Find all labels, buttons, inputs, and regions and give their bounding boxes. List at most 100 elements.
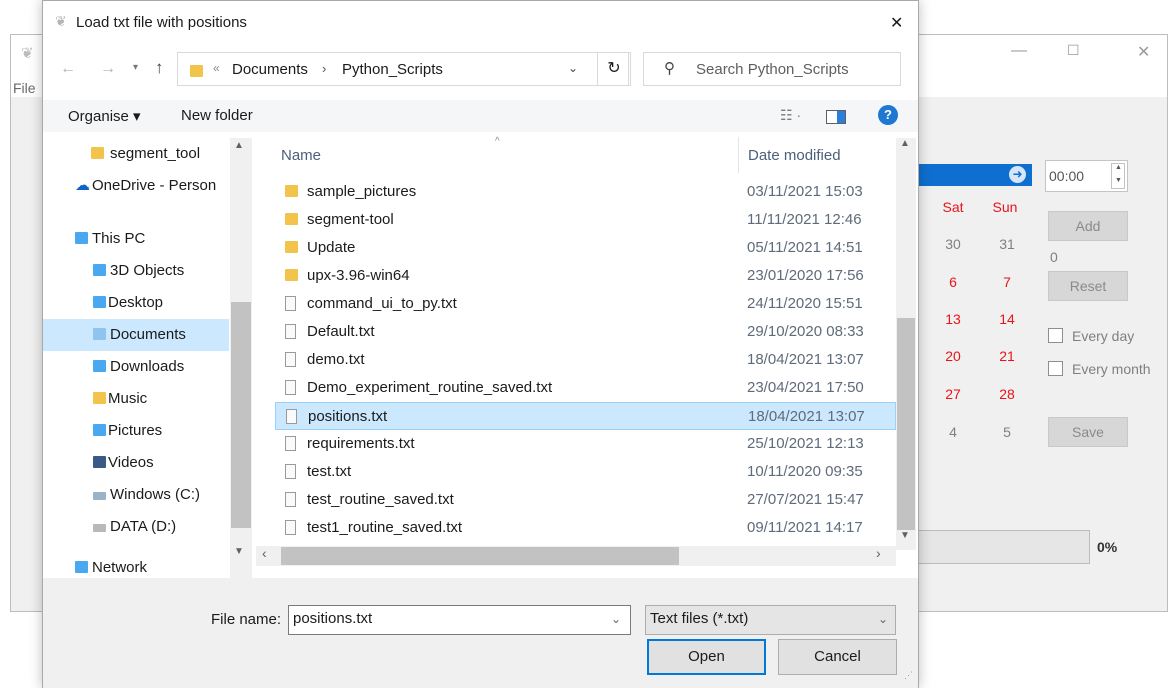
calendar-day[interactable]: 13 bbox=[938, 311, 968, 327]
navigation-pane: segment_tool ☁ OneDrive - Person This PC … bbox=[43, 138, 253, 578]
calendar-day[interactable]: 21 bbox=[992, 348, 1022, 364]
file-name: upx-3.96-win64 bbox=[307, 267, 410, 284]
file-name-input[interactable]: positions.txt ⌄ bbox=[288, 605, 631, 635]
breadcrumb-python-scripts[interactable]: Python_Scripts bbox=[342, 61, 443, 78]
file-row[interactable]: test.txt 10/11/2020 09:35 bbox=[275, 458, 896, 486]
nav-item-label: Videos bbox=[108, 454, 154, 471]
file-name: requirements.txt bbox=[307, 435, 415, 452]
nav-item-segment-tool[interactable]: segment_tool bbox=[43, 138, 253, 170]
maximize-button[interactable]: ☐ bbox=[1067, 42, 1080, 59]
nav-scroll-up-icon[interactable]: ▲ bbox=[234, 140, 244, 151]
file-row[interactable]: command_ui_to_py.txt 24/11/2020 15:51 bbox=[275, 290, 896, 318]
file-date: 05/11/2021 14:51 bbox=[747, 239, 863, 256]
column-header-name[interactable]: Name bbox=[281, 147, 321, 164]
file-row[interactable]: Demo_experiment_routine_saved.txt 23/04/2… bbox=[275, 374, 896, 402]
nav-item-pictures[interactable]: Pictures bbox=[43, 415, 253, 447]
cancel-button[interactable]: Cancel bbox=[778, 639, 897, 675]
resize-grip-icon[interactable]: ⋰ bbox=[904, 670, 913, 681]
calendar-day[interactable]: 27 bbox=[938, 386, 968, 402]
file-row[interactable]: test_routine_saved.txt 27/07/2021 15:47 bbox=[275, 486, 896, 514]
calendar-day[interactable]: 30 bbox=[938, 236, 968, 252]
view-options-icon[interactable]: ☷ · bbox=[780, 107, 801, 124]
add-button[interactable]: Add bbox=[1048, 211, 1128, 241]
file-row[interactable]: positions.txt 18/04/2021 13:07 bbox=[275, 402, 896, 430]
breadcrumb-chevron-icon[interactable]: › bbox=[322, 61, 326, 76]
open-button[interactable]: Open bbox=[647, 639, 766, 675]
calendar-day[interactable]: 14 bbox=[992, 311, 1022, 327]
calendar-day[interactable]: 5 bbox=[992, 424, 1022, 440]
nav-item-desktop[interactable]: Desktop bbox=[43, 287, 253, 319]
nav-item-3d-objects[interactable]: 3D Objects bbox=[43, 255, 253, 287]
file-row[interactable]: upx-3.96-win64 23/01/2020 17:56 bbox=[275, 262, 896, 290]
file-name: test1_routine_saved.txt bbox=[307, 519, 463, 536]
nav-item-windows-c[interactable]: Windows (C:) bbox=[43, 479, 253, 511]
count-value: 0 bbox=[1050, 249, 1058, 265]
file-row[interactable]: demo.txt 18/04/2021 13:07 bbox=[275, 346, 896, 374]
search-box[interactable]: ⚲ Search Python_Scripts bbox=[643, 52, 901, 86]
spin-up-icon[interactable]: ▲ bbox=[1115, 164, 1122, 171]
reset-button[interactable]: Reset bbox=[1048, 271, 1128, 301]
nav-item-videos[interactable]: Videos bbox=[43, 447, 253, 479]
every-day-label: Every day bbox=[1072, 328, 1135, 344]
calendar-day[interactable]: 4 bbox=[938, 424, 968, 440]
file-date: 25/10/2021 12:13 bbox=[747, 435, 864, 452]
refresh-button[interactable]: ↻ bbox=[597, 52, 631, 86]
nav-item-label: Desktop bbox=[108, 294, 164, 311]
every-day-checkbox[interactable] bbox=[1048, 328, 1063, 343]
new-folder-button[interactable]: New folder bbox=[181, 107, 253, 124]
nav-item-downloads[interactable]: Downloads bbox=[43, 351, 253, 383]
up-icon[interactable]: ↑ bbox=[155, 58, 164, 78]
address-bar[interactable]: « Documents › Python_Scripts ⌄ bbox=[177, 52, 629, 86]
spin-buttons[interactable]: ▲ ▼ bbox=[1111, 163, 1125, 189]
calendar-day[interactable]: 6 bbox=[938, 274, 968, 290]
minimize-button[interactable]: — bbox=[1011, 42, 1027, 60]
nav-item-this-pc[interactable]: This PC bbox=[43, 223, 253, 255]
spin-down-icon[interactable]: ▼ bbox=[1115, 177, 1122, 184]
calendar-day[interactable]: 20 bbox=[938, 348, 968, 364]
nav-item-documents[interactable]: Documents bbox=[43, 319, 229, 351]
time-spinbox[interactable]: 00:00 ▲ ▼ bbox=[1045, 160, 1128, 192]
calendar-day[interactable]: 7 bbox=[992, 274, 1022, 290]
file-scroll-up-icon[interactable]: ▲ bbox=[900, 138, 910, 149]
back-icon[interactable]: ← bbox=[60, 60, 76, 78]
file-row[interactable]: test1_routine_saved.txt 09/11/2021 14:17 bbox=[275, 514, 896, 542]
preview-pane-icon[interactable] bbox=[826, 110, 846, 124]
every-month-checkbox[interactable] bbox=[1048, 361, 1063, 376]
file-scroll-thumb[interactable] bbox=[897, 318, 915, 530]
address-dropdown-icon[interactable]: ⌄ bbox=[568, 61, 578, 75]
file-row[interactable]: Update 05/11/2021 14:51 bbox=[275, 234, 896, 262]
file-row[interactable]: Default.txt 29/10/2020 08:33 bbox=[275, 318, 896, 346]
nav-item-data-d[interactable]: DATA (D:) bbox=[43, 511, 253, 543]
breadcrumb-documents[interactable]: Documents bbox=[232, 61, 308, 78]
nav-scroll-thumb[interactable] bbox=[231, 302, 251, 528]
nav-item-music[interactable]: Music bbox=[43, 383, 253, 415]
file-type-dropdown-icon[interactable]: ⌄ bbox=[878, 606, 888, 632]
hscroll-thumb[interactable] bbox=[281, 547, 679, 565]
file-row[interactable]: segment-tool 11/11/2021 12:46 bbox=[275, 206, 896, 234]
nav-item-onedrive[interactable]: ☁ OneDrive - Person bbox=[43, 170, 253, 202]
forward-icon[interactable]: → bbox=[100, 60, 116, 78]
column-header-date[interactable]: Date modified bbox=[748, 147, 841, 164]
file-name-dropdown-icon[interactable]: ⌄ bbox=[611, 606, 621, 632]
save-button[interactable]: Save bbox=[1048, 417, 1128, 447]
breadcrumb-separator-icon: « bbox=[213, 61, 220, 75]
file-type-select[interactable]: Text files (*.txt) ⌄ bbox=[645, 605, 896, 635]
calendar-day[interactable]: 28 bbox=[992, 386, 1022, 402]
nav-scroll-down-icon[interactable]: ▼ bbox=[234, 546, 244, 557]
dialog-close-button[interactable]: ✕ bbox=[890, 13, 903, 33]
organise-button[interactable]: Organise ▾ bbox=[68, 107, 141, 125]
music-icon bbox=[93, 392, 106, 404]
recent-locations-chevron-icon[interactable]: ▾ bbox=[133, 62, 138, 73]
close-button[interactable]: ✕ bbox=[1137, 42, 1150, 62]
file-scroll-down-icon[interactable]: ▼ bbox=[900, 530, 910, 541]
help-icon[interactable]: ? bbox=[878, 105, 898, 125]
next-month-icon[interactable]: ➜ bbox=[1009, 166, 1026, 183]
file-row[interactable]: sample_pictures 03/11/2021 15:03 bbox=[275, 178, 896, 206]
file-row[interactable]: requirements.txt 25/10/2021 12:13 bbox=[275, 430, 896, 458]
column-divider[interactable] bbox=[738, 137, 739, 173]
menu-file[interactable]: File bbox=[13, 80, 36, 96]
calendar-day[interactable]: 31 bbox=[992, 236, 1022, 252]
hscroll-left-icon[interactable]: ‹ bbox=[262, 545, 267, 561]
nav-item-network[interactable]: Network bbox=[43, 552, 253, 578]
hscroll-right-icon[interactable]: › bbox=[876, 545, 881, 561]
